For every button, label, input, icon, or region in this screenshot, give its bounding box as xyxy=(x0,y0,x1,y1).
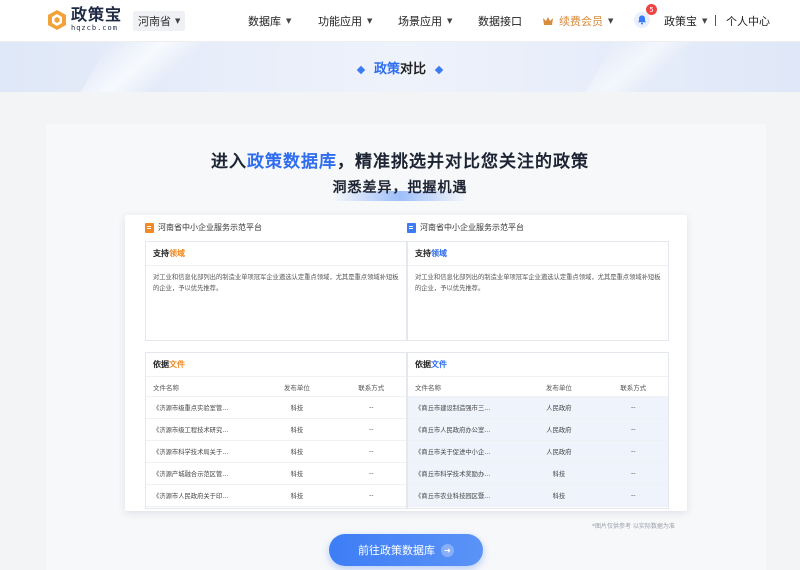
table-row[interactable]: 《商丘市建设制造强市三... 人民政府 -- xyxy=(408,397,668,419)
menu-database-label: 数据库 xyxy=(248,15,281,28)
menu-vip[interactable]: 续费会员 ▼ xyxy=(542,0,613,42)
chevron-down-icon: ▼ xyxy=(702,17,708,25)
right-platform-name: 河南省中小企业服务示范平台 xyxy=(420,223,524,232)
menu-account-label: 政策宝 xyxy=(664,15,697,28)
page-title: 政策对比 xyxy=(0,58,800,77)
right-basis-box: 依据文件 文件名称 发布单位 联系方式 《商丘市建设制造强市三... 人民政府 … xyxy=(407,352,669,509)
hero-subline: 洞悉差异，把握机遇 xyxy=(332,180,468,196)
right-platform-header: 河南省中小企业服务示范平台 xyxy=(407,222,524,233)
col-header-name: 文件名称 xyxy=(153,383,179,392)
nav-divider xyxy=(715,15,716,26)
crown-icon xyxy=(542,16,554,26)
chevron-down-icon: ▼ xyxy=(447,17,453,25)
col-header-contact: 联系方式 xyxy=(620,383,647,392)
logo[interactable]: 政策宝 hqzcb.com xyxy=(46,7,122,32)
menu-account[interactable]: 政策宝 ▼ xyxy=(664,0,707,42)
table-row[interactable]: 《商丘市农业科技园区暨... 科技 -- xyxy=(408,485,668,507)
menu-functions[interactable]: 功能应用 ▼ xyxy=(318,0,372,42)
left-platform-header: 河南省中小企业服务示范平台 xyxy=(145,222,262,233)
disclaimer-note: *图片仅供参考 以实际数据为准 xyxy=(592,523,675,530)
diamond-icon xyxy=(434,65,444,74)
go-to-database-button[interactable]: 前往政策数据库 ➜ xyxy=(329,534,483,566)
table-row[interactable]: 《济源产城融合示范区管... 科技 -- xyxy=(146,463,406,485)
notification-button[interactable] xyxy=(634,12,650,28)
menu-scenes[interactable]: 场景应用 ▼ xyxy=(398,0,452,42)
right-basis-title: 依据文件 xyxy=(408,353,668,377)
menu-database[interactable]: 数据库 ▼ xyxy=(248,0,291,42)
logo-name: 政策宝 xyxy=(71,5,123,24)
col-header-publisher: 发布单位 xyxy=(283,383,310,392)
document-icon xyxy=(145,222,154,233)
bell-icon xyxy=(634,12,650,28)
menu-scenes-label: 场景应用 xyxy=(398,15,442,28)
cta-label: 前往政策数据库 xyxy=(358,544,435,557)
left-support-title: 支持领域 xyxy=(146,242,406,266)
left-platform-name: 河南省中小企业服务示范平台 xyxy=(158,223,262,232)
menu-api-label: 数据接口 xyxy=(478,15,522,28)
diamond-icon xyxy=(356,65,366,74)
col-header-name: 文件名称 xyxy=(415,383,441,392)
logo-domain: hqzcb.com xyxy=(71,24,118,32)
compare-panel: 河南省中小企业服务示范平台 支持领域 对工业和信息化部列出的制造业单项冠军企业遴… xyxy=(125,215,687,511)
table-row[interactable]: 《商丘市科学技术奖励办... 科技 -- xyxy=(408,463,668,485)
chevron-down-icon: ▼ xyxy=(286,17,292,25)
menu-vip-label: 续费会员 xyxy=(559,15,603,28)
left-support-text: 对工业和信息化部列出的制造业单项冠军企业遴选认定重点领域，尤其是重点领域补短板的… xyxy=(153,274,399,292)
chevron-down-icon: ▼ xyxy=(608,17,614,25)
table-row[interactable]: 《济源市级重点实验室管... 科技 -- xyxy=(146,397,406,419)
left-basis-title: 依据文件 xyxy=(146,353,406,377)
top-nav: 政策宝 hqzcb.com 河南省 ▼ 数据库 ▼ 功能应用 ▼ 场景应用 ▼ … xyxy=(0,0,800,42)
region-selector[interactable]: 河南省 ▼ xyxy=(133,11,186,31)
logo-hex-icon xyxy=(46,9,68,31)
notification-badge: 5 xyxy=(646,4,657,15)
table-header: 文件名称 发布单位 联系方式 xyxy=(408,377,668,397)
table-row[interactable]: 《济源市人民政府关于印... 科技 -- xyxy=(146,485,406,507)
right-support-text: 对工业和信息化部列出的制造业单项冠军企业遴选认定重点领域，尤其是重点领域补短板的… xyxy=(415,274,661,292)
region-label: 河南省 xyxy=(138,15,171,28)
col-header-contact: 联系方式 xyxy=(358,383,385,392)
arrow-right-icon: ➜ xyxy=(441,543,454,557)
right-support-box: 支持领域 对工业和信息化部列出的制造业单项冠军企业遴选认定重点领域，尤其是重点领… xyxy=(407,241,669,341)
left-support-box: 支持领域 对工业和信息化部列出的制造业单项冠军企业遴选认定重点领域，尤其是重点领… xyxy=(145,241,407,341)
col-header-publisher: 发布单位 xyxy=(545,383,572,392)
table-header: 文件名称 发布单位 联系方式 xyxy=(146,377,406,397)
page-banner: 政策对比 xyxy=(0,42,800,92)
menu-personal-label: 个人中心 xyxy=(726,15,770,28)
left-basis-box: 依据文件 文件名称 发布单位 联系方式 《济源市级重点实验室管... 科技 --… xyxy=(145,352,407,509)
right-support-title: 支持领域 xyxy=(408,242,668,266)
chevron-down-icon: ▼ xyxy=(367,17,373,25)
table-row[interactable]: 《商丘市关于促进中小企... 人民政府 -- xyxy=(408,441,668,463)
menu-api[interactable]: 数据接口 xyxy=(478,0,522,42)
document-icon xyxy=(407,222,416,233)
table-row[interactable]: 《商丘市人民政府办公室... 人民政府 -- xyxy=(408,419,668,441)
menu-functions-label: 功能应用 xyxy=(318,15,362,28)
table-row[interactable]: 《济源市科学技术局关于... 科技 -- xyxy=(146,441,406,463)
table-row[interactable]: 《济源市级工程技术研究... 科技 -- xyxy=(146,419,406,441)
menu-personal[interactable]: 个人中心 xyxy=(726,0,770,42)
chevron-down-icon: ▼ xyxy=(175,17,181,25)
hero-headline: 进入政策数据库，精准挑选并对比您关注的政策 xyxy=(211,152,589,172)
